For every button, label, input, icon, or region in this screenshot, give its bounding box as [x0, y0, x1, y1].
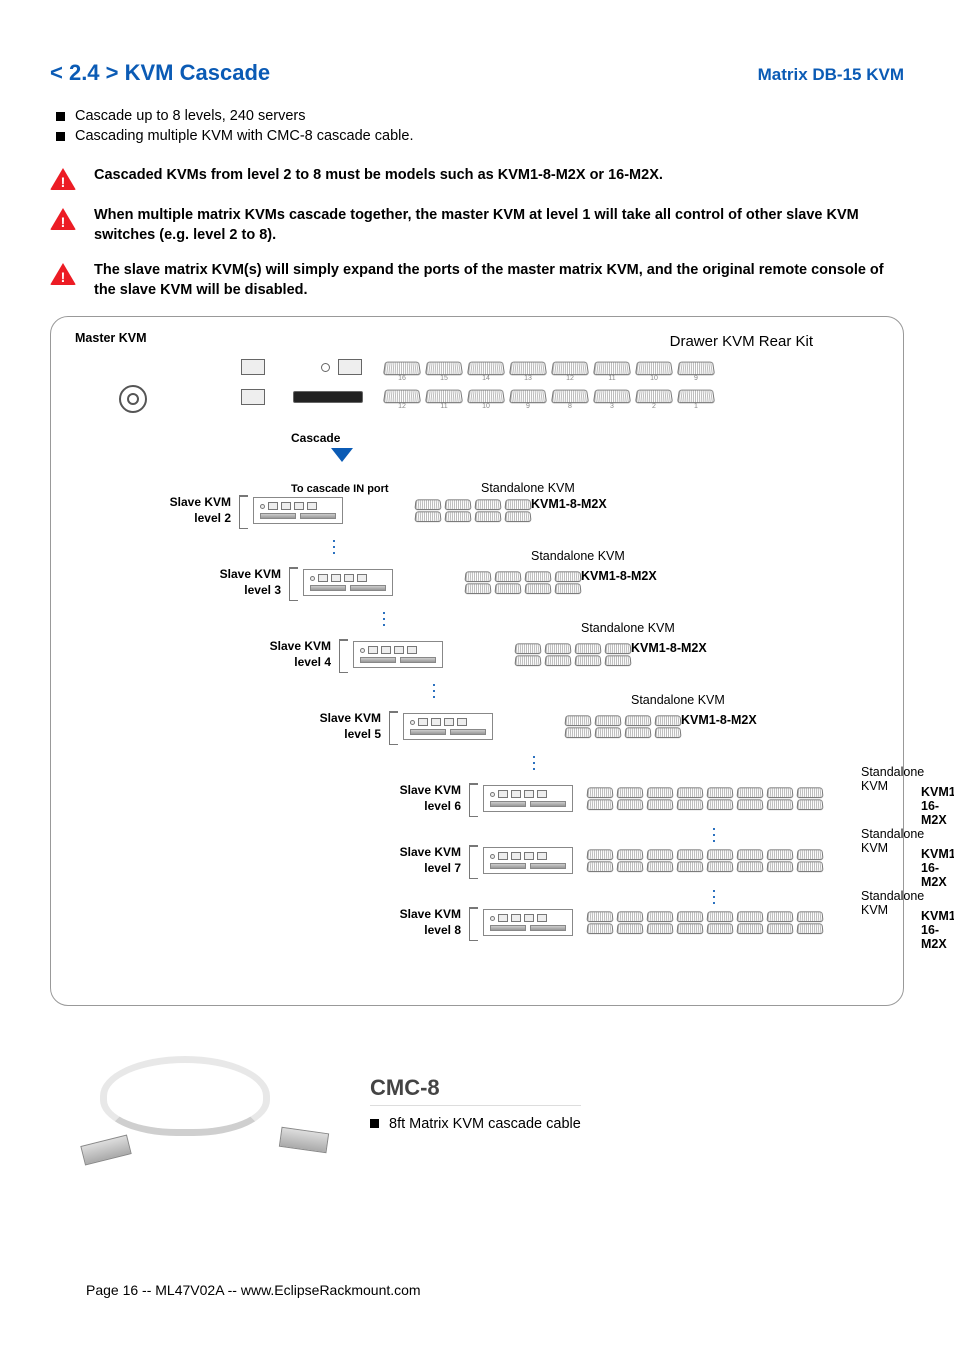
- warning-block: ! When multiple matrix KVMs cascade toge…: [50, 206, 904, 245]
- continuation-dots-icon: ···: [331, 537, 337, 555]
- standalone-kvm-label: Standalone KVM: [861, 889, 924, 917]
- slave-level-row: Slave KVMlevel 6: [381, 783, 825, 814]
- bullet-text: Cascade up to 8 levels, 240 servers: [75, 108, 306, 124]
- socket-icon: [241, 389, 265, 405]
- kvm-model-label: KVM1-8-M2X: [681, 713, 757, 727]
- continuation-dots-icon: ···: [431, 681, 437, 699]
- product-family: Matrix DB-15 KVM: [758, 65, 904, 85]
- kvm-unit-icon: [483, 847, 573, 874]
- arrow-down-icon: [331, 448, 353, 462]
- product-name: CMC-8: [370, 1075, 581, 1101]
- slave-level-row: Slave KVMlevel 8: [381, 907, 825, 938]
- slave-level-label: Slave KVMlevel 5: [301, 711, 381, 742]
- kvm-model-label: KVM1-16-M2X: [921, 847, 954, 889]
- to-cascade-in-label: To cascade IN port: [291, 483, 389, 495]
- page-footer: Page 16 -- ML47V02A -- www.EclipseRackmo…: [86, 1282, 421, 1298]
- standalone-kvm-label: Standalone KVM: [631, 693, 725, 707]
- master-left-ports: [241, 359, 363, 405]
- bullet-icon: [370, 1119, 379, 1128]
- slave-level-label: Slave KVMlevel 2: [151, 495, 231, 526]
- socket-icon: [338, 359, 362, 375]
- continuation-dots-icon: ···: [711, 825, 717, 843]
- cascade-diagram: Master KVM Drawer KVM Rear Kit 161514131…: [50, 316, 904, 1006]
- slave-level-row: Slave KVMlevel 7: [381, 845, 825, 876]
- cascade-label: Cascade: [291, 431, 340, 445]
- kvm-unit-icon: [353, 641, 443, 668]
- kvm-unit-icon: [483, 785, 573, 812]
- kvm-unit-icon: [483, 909, 573, 936]
- slave-level-label: Slave KVMlevel 4: [251, 639, 331, 670]
- slave-level-row: Slave KVMlevel 2: [151, 495, 533, 526]
- port-bank-icon: [463, 570, 583, 595]
- warning-text: When multiple matrix KVMs cascade togeth…: [94, 206, 904, 245]
- kvm-model-label: KVM1-8-M2X: [531, 497, 607, 511]
- knob-icon: [119, 385, 147, 413]
- slave-level-label: Slave KVMlevel 6: [381, 783, 461, 814]
- continuation-dots-icon: ···: [711, 887, 717, 905]
- port-bank-icon: [585, 848, 825, 873]
- kvm-model-label: KVM1-16-M2X: [921, 909, 954, 951]
- led-icon: [321, 363, 330, 372]
- cascade-port-icon: [293, 391, 363, 403]
- warning-icon: !: [50, 263, 76, 285]
- slave-level-label: Slave KVMlevel 8: [381, 907, 461, 938]
- bullet-icon: [56, 112, 65, 121]
- bullet-icon: [56, 132, 65, 141]
- section-title: < 2.4 > KVM Cascade: [50, 60, 270, 86]
- warning-text: Cascaded KVMs from level 2 to 8 must be …: [94, 166, 663, 186]
- standalone-kvm-label: Standalone KVM: [481, 481, 575, 495]
- kvm-model-label: KVM1-16-M2X: [921, 785, 954, 827]
- slave-level-row: Slave KVMlevel 5: [301, 711, 683, 742]
- bullet-text: Cascading multiple KVM with CMC-8 cascad…: [75, 128, 413, 144]
- warning-block: ! Cascaded KVMs from level 2 to 8 must b…: [50, 166, 904, 190]
- master-port-grid: 161514131211109 12111098321: [381, 357, 717, 417]
- slave-level-row: Slave KVMlevel 3: [201, 567, 583, 598]
- continuation-dots-icon: ···: [531, 753, 537, 771]
- continuation-dots-icon: ···: [381, 609, 387, 627]
- standalone-kvm-label: Standalone KVM: [861, 827, 924, 855]
- slave-level-label: Slave KVMlevel 3: [201, 567, 281, 598]
- kvm-unit-icon: [253, 497, 343, 524]
- slave-level-label: Slave KVMlevel 7: [381, 845, 461, 876]
- product-desc: 8ft Matrix KVM cascade cable: [389, 1116, 581, 1132]
- master-kvm-label: Master KVM: [75, 331, 147, 345]
- socket-icon: [241, 359, 265, 375]
- standalone-kvm-label: Standalone KVM: [581, 621, 675, 635]
- warning-block: ! The slave matrix KVM(s) will simply ex…: [50, 261, 904, 300]
- kvm-unit-icon: [403, 713, 493, 740]
- standalone-kvm-label: Standalone KVM: [531, 549, 625, 563]
- standalone-kvm-label: Standalone KVM: [861, 765, 924, 793]
- warning-icon: !: [50, 208, 76, 230]
- port-bank-icon: [585, 910, 825, 935]
- kvm-model-label: KVM1-8-M2X: [631, 641, 707, 655]
- kvm-unit-icon: [303, 569, 393, 596]
- feature-bullets: Cascade up to 8 levels, 240 servers Casc…: [56, 108, 904, 144]
- product-callout: CMC-8 8ft Matrix KVM cascade cable: [50, 1050, 904, 1160]
- port-bank-icon: [413, 498, 533, 523]
- rear-kit-label: Drawer KVM Rear Kit: [670, 333, 813, 350]
- port-bank-icon: [563, 714, 683, 739]
- cable-image: [70, 1050, 330, 1160]
- slave-level-row: Slave KVMlevel 4: [251, 639, 633, 670]
- warning-text: The slave matrix KVM(s) will simply expa…: [94, 261, 904, 300]
- port-bank-icon: [513, 642, 633, 667]
- kvm-model-label: KVM1-8-M2X: [581, 569, 657, 583]
- warning-icon: !: [50, 168, 76, 190]
- port-bank-icon: [585, 786, 825, 811]
